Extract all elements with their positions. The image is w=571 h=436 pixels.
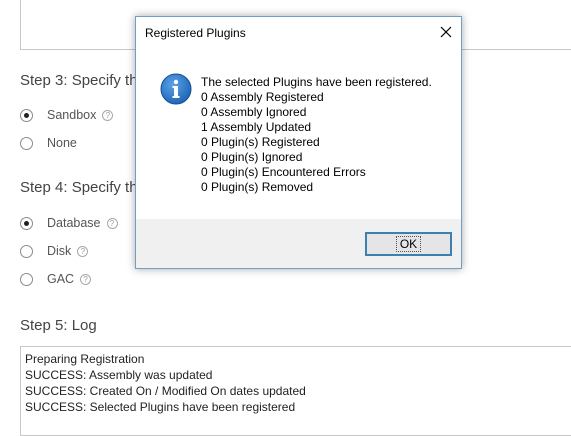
log-line: SUCCESS: Assembly was updated [25, 368, 213, 382]
ok-button-label: OK [395, 236, 422, 252]
radio-option-sandbox[interactable]: Sandbox ? [20, 108, 114, 122]
help-icon[interactable]: ? [102, 109, 114, 121]
radio-label-none: None [47, 136, 77, 150]
message-line: 0 Plugin(s) Registered [201, 135, 320, 149]
message-line: 0 Plugin(s) Removed [201, 180, 314, 194]
dialog-titlebar[interactable]: Registered Plugins [136, 17, 461, 49]
log-line: SUCCESS: Created On / Modified On dates … [25, 384, 306, 398]
message-line: 0 Assembly Registered [201, 90, 324, 104]
radio-option-none[interactable]: None [20, 136, 77, 150]
log-line: Preparing Registration [25, 352, 145, 366]
message-line: 1 Assembly Updated [201, 120, 312, 134]
log-output[interactable]: Preparing Registration SUCCESS: Assembly… [20, 346, 571, 436]
registered-plugins-dialog: Registered Plugins The selected Plugins … [135, 16, 462, 269]
help-icon[interactable]: ? [77, 245, 89, 257]
radio-button[interactable] [20, 136, 33, 150]
close-icon [440, 26, 452, 38]
step3-title: Step 3: Specify th [20, 72, 138, 89]
log-line: SUCCESS: Selected Plugins have been regi… [25, 400, 296, 414]
message-line: 0 Assembly Ignored [201, 105, 307, 119]
radio-option-database[interactable]: Database ? [20, 216, 118, 230]
step4-title: Step 4: Specify th [20, 179, 138, 196]
info-icon [160, 73, 192, 105]
ok-button[interactable]: OK [365, 232, 452, 256]
dialog-body: The selected Plugins have been registere… [136, 49, 461, 219]
radio-label-disk: Disk [47, 244, 72, 258]
radio-option-gac[interactable]: GAC ? [20, 272, 92, 286]
close-button[interactable] [431, 17, 461, 47]
radio-label-sandbox: Sandbox [47, 108, 97, 122]
message-line: 0 Plugin(s) Encountered Errors [201, 165, 366, 179]
dialog-title: Registered Plugins [145, 26, 246, 40]
radio-option-disk[interactable]: Disk ? [20, 244, 89, 258]
dialog-footer: OK [136, 219, 461, 268]
radio-button[interactable] [20, 216, 33, 230]
message-line: The selected Plugins have been registere… [201, 75, 432, 89]
help-icon[interactable]: ? [106, 217, 118, 229]
help-icon[interactable]: ? [80, 273, 92, 285]
radio-label-database: Database [47, 216, 101, 230]
radio-button[interactable] [20, 272, 33, 286]
radio-button[interactable] [20, 108, 33, 122]
dialog-message: The selected Plugins have been registere… [201, 75, 432, 195]
radio-label-gac: GAC [47, 272, 75, 286]
radio-button[interactable] [20, 244, 33, 258]
step5-title: Step 5: Log [20, 317, 97, 334]
message-line: 0 Plugin(s) Ignored [201, 150, 303, 164]
